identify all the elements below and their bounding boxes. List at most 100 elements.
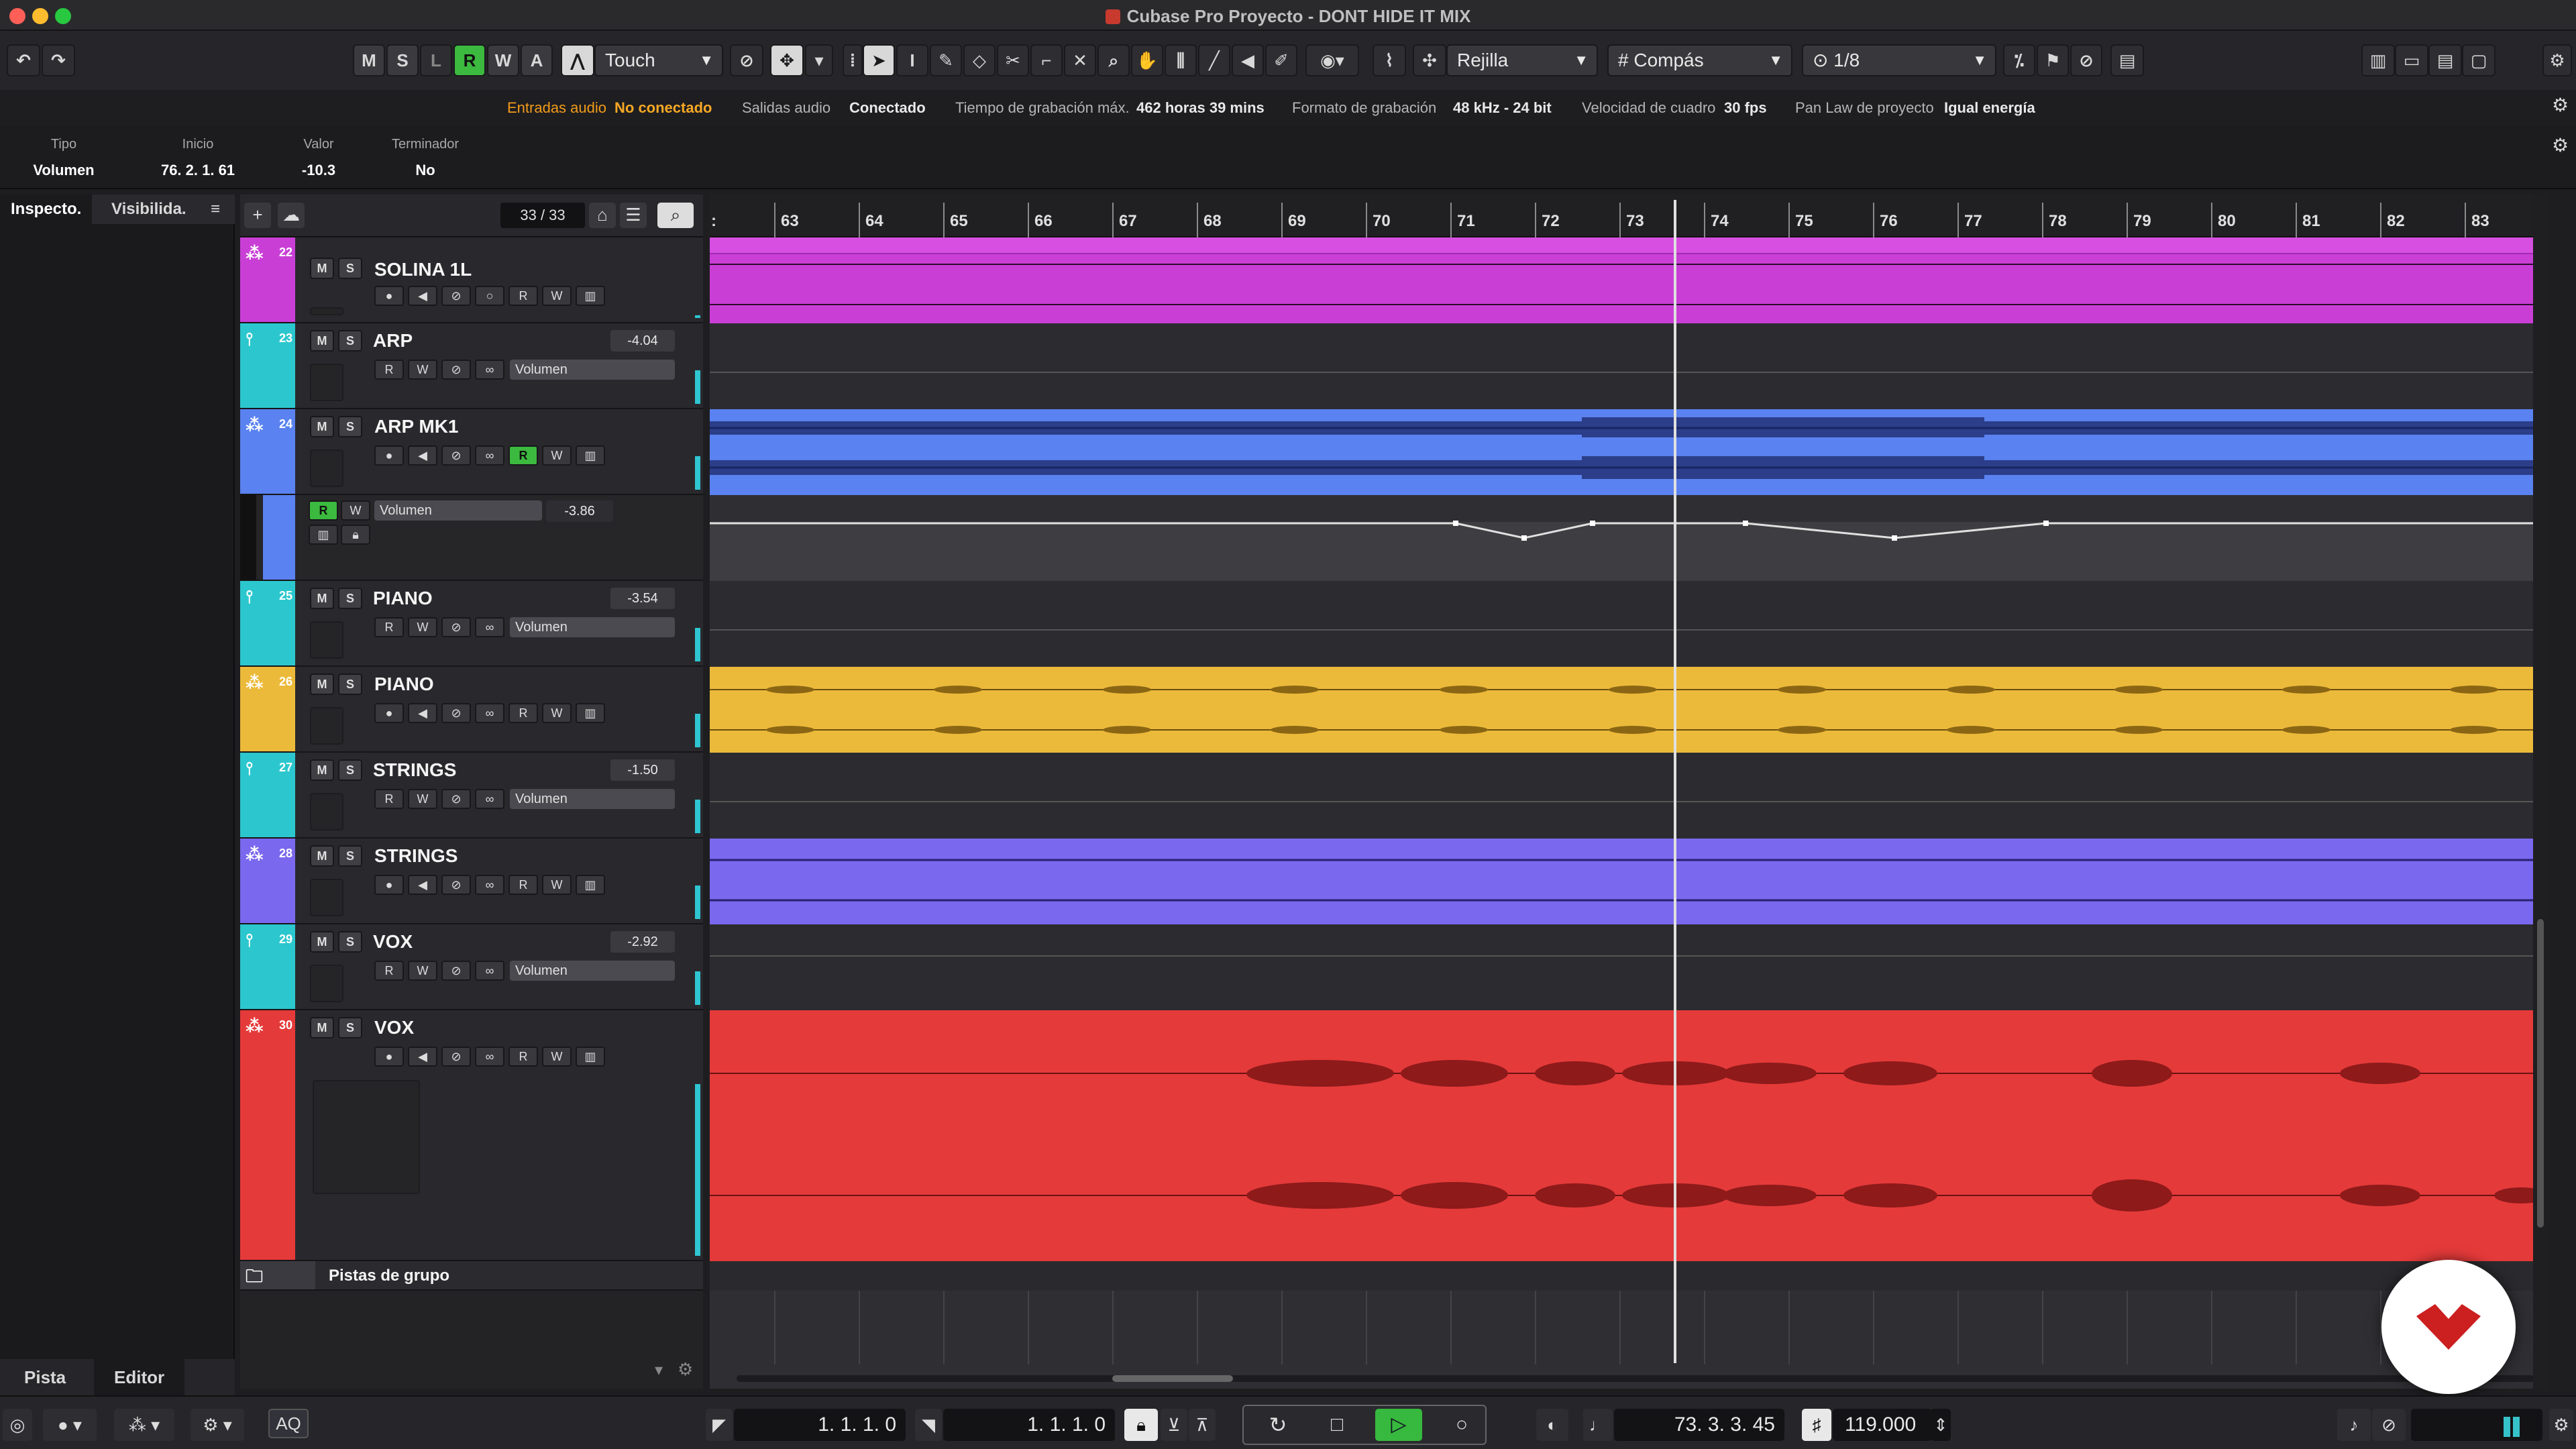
link-icon[interactable]: ∞ bbox=[475, 703, 504, 723]
link-icon[interactable]: ∞ bbox=[475, 1046, 504, 1067]
info-type[interactable]: Tipo Volumen bbox=[27, 137, 101, 179]
metronome-note-icon[interactable]: ♩ bbox=[1583, 1409, 1613, 1441]
constrain-delay-icon[interactable]: ⊘ bbox=[441, 286, 471, 306]
track-row[interactable]: ⫯ 25 M S PIANO -3.54 R W ⊘ ∞ Volumen bbox=[240, 581, 703, 667]
tab-inspector[interactable]: Inspecto. bbox=[0, 195, 93, 224]
project-window[interactable]: : 63 64 65 66 67 68 69 70 71 72 73 74 75… bbox=[710, 195, 2549, 1389]
erase-tool-icon[interactable]: ◇ bbox=[963, 44, 996, 76]
track-row[interactable]: ⁂ 28 M S STRINGS ● ◀ ⊘ ∞ R W ▥ bbox=[240, 839, 703, 924]
record-enable-icon[interactable]: ● bbox=[374, 875, 404, 895]
read-automation-icon[interactable]: R bbox=[374, 789, 404, 809]
info-value[interactable]: Valor -10.3 bbox=[282, 137, 356, 179]
global-listen-button[interactable]: L bbox=[420, 44, 452, 76]
audio-performance-icon[interactable]: ⁂ ▾ bbox=[114, 1409, 174, 1441]
automation-panel-button[interactable]: A bbox=[521, 44, 553, 76]
constrain-delay-icon[interactable]: ⊘ bbox=[441, 1046, 471, 1067]
constrain-delay-icon[interactable]: ⊘ bbox=[441, 360, 471, 380]
link-icon[interactable]: ∞ bbox=[475, 617, 504, 637]
punch-in-icon[interactable]: ⊻ bbox=[1161, 1409, 1187, 1441]
write-automation-icon[interactable]: W bbox=[408, 961, 437, 981]
global-write-button[interactable]: W bbox=[487, 44, 519, 76]
solo-button[interactable]: S bbox=[338, 416, 362, 437]
read-automation-icon[interactable]: R bbox=[508, 1046, 538, 1067]
gear-icon[interactable]: ⚙ bbox=[2549, 1409, 2573, 1441]
track-row[interactable]: ⫯ 23 M S ARP -4.04 R W ⊘ ∞ Volumen bbox=[240, 323, 703, 409]
follow-icon[interactable]: ◐ bbox=[1536, 1409, 1568, 1441]
edit-channel-icon[interactable]: ▥ bbox=[576, 286, 605, 306]
edit-channel-icon[interactable]: ▥ bbox=[576, 703, 605, 723]
info-terminator[interactable]: Terminador No bbox=[385, 137, 466, 179]
automation-value[interactable]: -3.86 bbox=[546, 500, 613, 522]
mixer-icon[interactable]: ▤ bbox=[2110, 44, 2144, 76]
gear-icon[interactable]: ⚙ bbox=[678, 1359, 693, 1380]
track-volume[interactable]: -4.04 bbox=[610, 330, 675, 352]
track-name[interactable]: ARP bbox=[373, 330, 413, 352]
horizontal-scrollbar[interactable] bbox=[737, 1375, 2534, 1382]
audio-event-strings[interactable] bbox=[710, 839, 2548, 924]
link-icon[interactable]: ∞ bbox=[475, 961, 504, 981]
solo-button[interactable]: S bbox=[338, 759, 362, 781]
tempo-display[interactable]: 119.000 bbox=[1833, 1409, 1932, 1441]
playhead-cursor[interactable] bbox=[1674, 200, 1676, 1363]
link-icon[interactable]: ∞ bbox=[475, 875, 504, 895]
track-volume[interactable]: -1.50 bbox=[610, 759, 675, 781]
pencil-tool-icon[interactable]: ✎ bbox=[930, 44, 962, 76]
iterative-quantize-icon[interactable]: ⁒ bbox=[2003, 44, 2035, 76]
chevron-down-icon[interactable]: ▾ bbox=[655, 1360, 663, 1380]
add-track-from-template-icon[interactable]: ☁ bbox=[278, 203, 305, 228]
record-enable-icon[interactable]: ● bbox=[374, 703, 404, 723]
group-folder-name[interactable]: Pistas de grupo bbox=[329, 1267, 449, 1285]
edit-channel-icon[interactable]: ▥ bbox=[576, 1046, 605, 1067]
track-row[interactable]: ⁂ 24 M S ARP MK1 ● ◀ ⊘ ∞ R W ▥ bbox=[240, 409, 703, 495]
quantize-lock-icon[interactable]: ⊘ bbox=[2070, 44, 2102, 76]
search-icon[interactable]: ⌕ bbox=[657, 203, 694, 228]
write-automation-icon[interactable]: W bbox=[542, 286, 572, 306]
automation-parameter-select[interactable]: Volumen bbox=[510, 789, 675, 809]
constrain-delay-icon[interactable]: ⊘ bbox=[730, 44, 763, 76]
global-read-button[interactable]: R bbox=[453, 44, 486, 76]
track-name[interactable]: STRINGS bbox=[373, 759, 456, 781]
group-tracks-folder[interactable]: 🗀︎ Pistas de grupo bbox=[240, 1261, 703, 1291]
record-enable-icon[interactable]: ● bbox=[374, 286, 404, 306]
hand-tool-icon[interactable]: ✋ bbox=[1131, 44, 1163, 76]
right-zone-icon[interactable]: ▤ bbox=[2428, 44, 2462, 76]
solo-button[interactable]: S bbox=[338, 931, 362, 953]
split-tool-icon[interactable]: ✂ bbox=[997, 44, 1029, 76]
link-icon[interactable]: ∞ bbox=[475, 445, 504, 466]
mute-button[interactable]: M bbox=[310, 258, 334, 279]
write-automation-icon[interactable]: W bbox=[542, 1046, 572, 1067]
constrain-delay-icon[interactable]: ⊘ bbox=[441, 445, 471, 466]
record-enable-icon[interactable]: ● bbox=[374, 1046, 404, 1067]
read-automation-icon[interactable]: R bbox=[508, 875, 538, 895]
track-name[interactable]: PIANO bbox=[373, 588, 433, 609]
mute-button[interactable]: M bbox=[310, 1017, 334, 1038]
record-enable-icon[interactable]: ● bbox=[374, 445, 404, 466]
mute-button[interactable]: M bbox=[310, 330, 334, 352]
right-locator[interactable]: 1. 1. 1. 0 bbox=[943, 1409, 1115, 1441]
redo-icon[interactable]: ↷ bbox=[42, 44, 75, 76]
solo-button[interactable]: S bbox=[338, 258, 362, 279]
automation-curve[interactable] bbox=[710, 495, 2548, 581]
track-row[interactable]: ⁂ 30 M S VOX ● ◀ ⊘ ∞ R W ▥ bbox=[240, 1010, 703, 1261]
monitor-icon[interactable]: ◀ bbox=[408, 875, 437, 895]
scroll-thumb[interactable] bbox=[1112, 1375, 1233, 1382]
solo-button[interactable]: S bbox=[338, 330, 362, 352]
locator-left-icon[interactable]: ◤ bbox=[706, 1409, 733, 1441]
quantize-select[interactable]: ⊙ 1/8 ▼ bbox=[1802, 44, 1996, 76]
group-lane[interactable] bbox=[710, 1261, 2549, 1291]
automation-lane-header[interactable]: R W ▥ 🔒︎ Volumen -3.86 bbox=[240, 495, 703, 581]
lock-icon[interactable]: ○ bbox=[475, 286, 504, 306]
tempo-stepper-icon[interactable]: ⇕ bbox=[1931, 1409, 1951, 1441]
global-mute-button[interactable]: M bbox=[353, 44, 385, 76]
line-tool-icon[interactable]: ╱ bbox=[1198, 44, 1230, 76]
track-name[interactable]: VOX bbox=[374, 1017, 414, 1038]
track-visibility-icon[interactable]: ⌂ bbox=[589, 203, 616, 228]
read-automation-icon[interactable]: R bbox=[508, 703, 538, 723]
solo-button[interactable]: S bbox=[338, 588, 362, 609]
record-icon[interactable]: ○ bbox=[1438, 1409, 1485, 1441]
left-zone-icon[interactable]: ▥ bbox=[2361, 44, 2395, 76]
track-volume[interactable]: -2.92 bbox=[610, 931, 675, 953]
auto-scroll-icon[interactable]: ◉▾ bbox=[1305, 44, 1359, 76]
grid-type-select[interactable]: # Compás ▼ bbox=[1607, 44, 1792, 76]
track-name[interactable]: SOLINA 1L bbox=[374, 259, 472, 280]
